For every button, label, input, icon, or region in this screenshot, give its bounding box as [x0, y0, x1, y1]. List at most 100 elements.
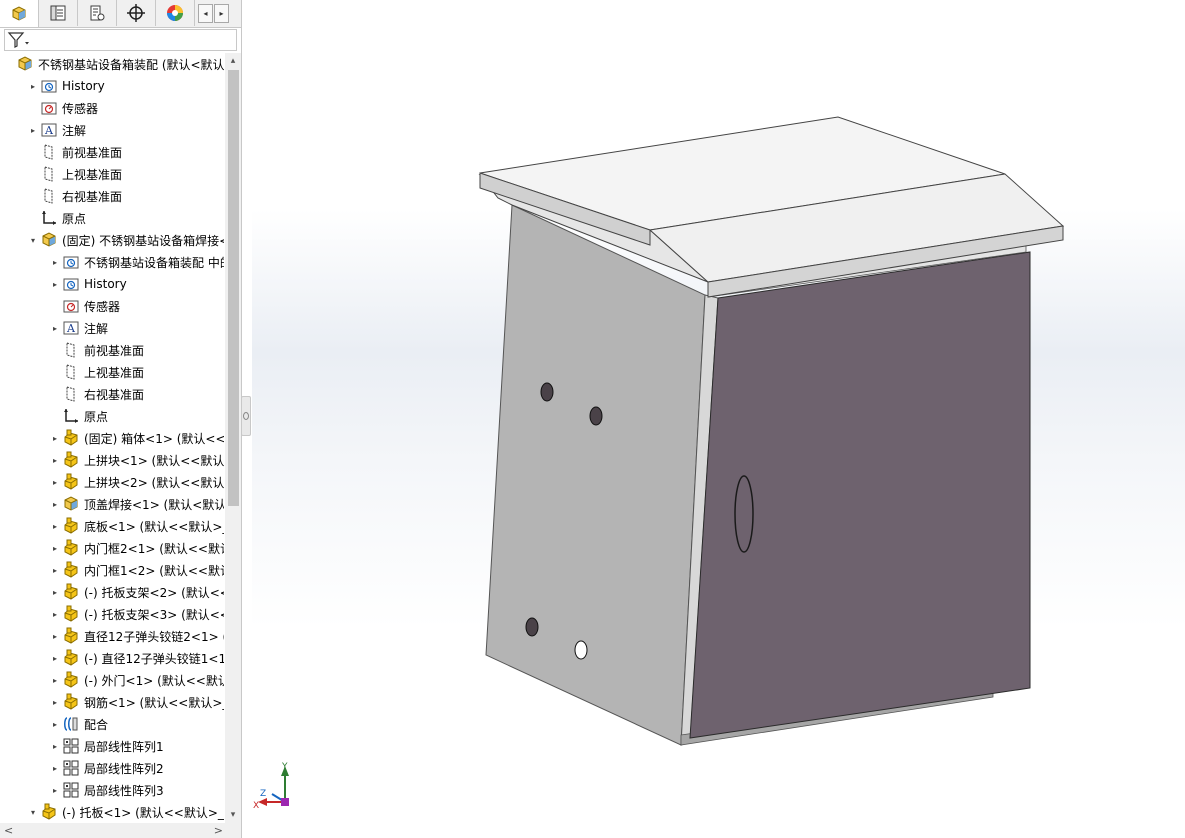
hscroll-right-button[interactable]: > [214, 823, 223, 838]
tree-item-label: (-) 托板<1> (默认<<默认>_显示 [62, 805, 224, 820]
part-icon [62, 627, 80, 645]
tree-expander-icon[interactable]: ▸ [50, 273, 60, 295]
part-icon [62, 473, 80, 491]
tree-expander-icon[interactable]: ▸ [50, 625, 60, 647]
tree-expander-icon[interactable]: ▸ [50, 537, 60, 559]
tree-item[interactable]: ▸ (-) 托板支架<3> (默认<<默 [50, 603, 224, 625]
tree-item[interactable]: ▸ A 注解 [50, 317, 108, 339]
tree-item[interactable]: 前视基准面 [50, 339, 144, 361]
linear-pattern-icon [62, 759, 80, 777]
tree-expander-icon[interactable]: ▸ [50, 603, 60, 625]
tree-item[interactable]: 右视基准面 [50, 383, 144, 405]
tab-scroll-right-button[interactable]: ▸ [214, 4, 229, 23]
tree-item[interactable]: ▸ 顶盖焊接<1> (默认<默认_显 [50, 493, 224, 515]
filter-icon[interactable] [7, 30, 33, 50]
feature-tree-icon [12, 5, 26, 21]
tree-item[interactable]: 传感器 [28, 97, 98, 119]
feature-manager-tab[interactable] [0, 0, 39, 27]
tree-expander-icon[interactable]: ▸ [28, 119, 38, 141]
tree-expander-icon[interactable]: ▾ [28, 801, 38, 823]
tree-item[interactable]: ▸ 钢筋<1> (默认<<默认>_显示 [50, 691, 224, 713]
tree-item[interactable]: 原点 [28, 207, 86, 229]
tree-item[interactable]: 原点 [50, 405, 108, 427]
tree-item[interactable]: ▸ A 注解 [28, 119, 86, 141]
tree-item[interactable]: ▸ 底板<1> (默认<<默认>_显示 [50, 515, 224, 537]
tree-item[interactable]: ▾ (固定) 不锈钢基站设备箱焊接<1 [28, 229, 224, 251]
tree-item[interactable]: ▸ 上拼块<1> (默认<<默认>_显 [50, 449, 224, 471]
tree-expander-icon[interactable]: ▸ [50, 647, 60, 669]
tree-expander-icon[interactable]: ▸ [50, 669, 60, 691]
tree-expander-icon [28, 207, 38, 229]
configuration-manager-tab[interactable] [78, 0, 117, 26]
tree-item[interactable]: ▸ History [50, 273, 127, 295]
tree-horizontal-scrollbar[interactable]: < > [0, 823, 241, 838]
tree-expander-icon[interactable]: ▸ [50, 779, 60, 801]
tree-item[interactable]: ▸ 局部线性阵列2 [50, 757, 164, 779]
tree-expander-icon [28, 97, 38, 119]
tree-expander-icon [28, 185, 38, 207]
tree-item[interactable]: ▸ 内门框2<1> (默认<<默认> [50, 537, 224, 559]
tree-item[interactable]: ▸ (-) 外门<1> (默认<<默认>_ [50, 669, 224, 691]
tree-expander-icon[interactable]: ▸ [50, 581, 60, 603]
display-manager-tab[interactable] [156, 0, 195, 26]
tree-expander-icon[interactable]: ▸ [50, 713, 60, 735]
tree-item[interactable]: ▸ 局部线性阵列3 [50, 779, 164, 801]
tree-item[interactable]: ▸ 不锈钢基站设备箱装配 中的配 [50, 251, 224, 273]
tree-item[interactable]: ▾ (-) 托板<1> (默认<<默认>_显示 [28, 801, 224, 823]
stainless-steel-cabinet-model[interactable]: Y X Z [252, 0, 1185, 838]
tree-item-label: (固定) 不锈钢基站设备箱焊接<1 [62, 233, 224, 248]
tree-expander-icon[interactable]: ▸ [50, 559, 60, 581]
tree-expander-icon[interactable]: ▸ [50, 757, 60, 779]
tree-expander-icon [4, 53, 14, 75]
tree-item[interactable]: ▸ History [28, 75, 105, 97]
triad-y-label: Y [281, 762, 288, 772]
tree-expander-icon[interactable]: ▸ [50, 449, 60, 471]
part-icon [62, 693, 80, 711]
property-manager-tab[interactable] [39, 0, 78, 26]
tree-expander-icon[interactable]: ▾ [28, 229, 38, 251]
hscroll-left-button[interactable]: < [4, 823, 13, 838]
tree-item-label: 局部线性阵列3 [84, 783, 164, 798]
tree-expander-icon[interactable]: ▸ [50, 427, 60, 449]
tree-expander-icon[interactable]: ▸ [28, 75, 38, 97]
tree-filter-box[interactable] [4, 29, 237, 51]
tree-expander-icon[interactable]: ▸ [50, 317, 60, 339]
graphics-viewport[interactable]: Y X Z [252, 0, 1185, 838]
part-icon [62, 649, 80, 667]
tree-item[interactable]: 上视基准面 [28, 163, 122, 185]
tree-expander-icon[interactable]: ▸ [50, 735, 60, 757]
tree-expander-icon[interactable]: ▸ [50, 471, 60, 493]
tree-item-label: 上视基准面 [62, 167, 123, 182]
tree-item[interactable]: ▸ (-) 直径12子弹头铰链1<1> [50, 647, 224, 669]
tree-item[interactable]: ▸ (固定) 箱体<1> (默认<<默认 [50, 427, 224, 449]
tree-item[interactable]: ▸ 局部线性阵列1 [50, 735, 164, 757]
tree-item[interactable]: 传感器 [50, 295, 120, 317]
triad-x-label: X [253, 801, 259, 811]
tree-item[interactable]: 不锈钢基站设备箱装配 (默认<默认_显 [4, 53, 224, 75]
tree-expander-icon[interactable]: ▸ [50, 493, 60, 515]
tree-expander-icon [28, 141, 38, 163]
annotation-icon: A [40, 121, 58, 139]
tree-expander-icon[interactable]: ▸ [50, 251, 60, 273]
tree-item[interactable]: ▸ 直径12子弹头铰链2<1> (默 [50, 625, 224, 647]
scroll-down-button[interactable]: ▾ [225, 807, 241, 823]
feature-tree: 不锈钢基站设备箱装配 (默认<默认_显 ▸ History 传感器 ▸ A 注解 前视基准面上… [0, 53, 224, 823]
tree-expander-icon[interactable]: ▸ [50, 691, 60, 713]
tree-item[interactable]: 右视基准面 [28, 185, 122, 207]
tab-scroll-left-button[interactable]: ◂ [198, 4, 213, 23]
tree-item[interactable]: 上视基准面 [50, 361, 144, 383]
tree-expander-icon [50, 295, 60, 317]
part-icon [62, 561, 80, 579]
tree-item[interactable]: ▸ 上拼块<2> (默认<<默认>_显 [50, 471, 224, 493]
cabinet-door[interactable] [689, 251, 1031, 739]
tree-item[interactable]: ▸ (-) 托板支架<2> (默认<<默 [50, 581, 224, 603]
part-icon [62, 605, 80, 623]
tree-scrollbar-thumb[interactable] [228, 70, 239, 506]
panel-splitter-handle[interactable] [241, 396, 251, 436]
tree-item[interactable]: ▸ 内门框1<2> (默认<<默认> [50, 559, 224, 581]
tree-expander-icon[interactable]: ▸ [50, 515, 60, 537]
dimxpert-manager-tab[interactable] [117, 0, 156, 26]
tree-item[interactable]: 前视基准面 [28, 141, 122, 163]
tree-item[interactable]: ▸ 配合 [50, 713, 108, 735]
scroll-up-button[interactable]: ▴ [225, 53, 241, 69]
